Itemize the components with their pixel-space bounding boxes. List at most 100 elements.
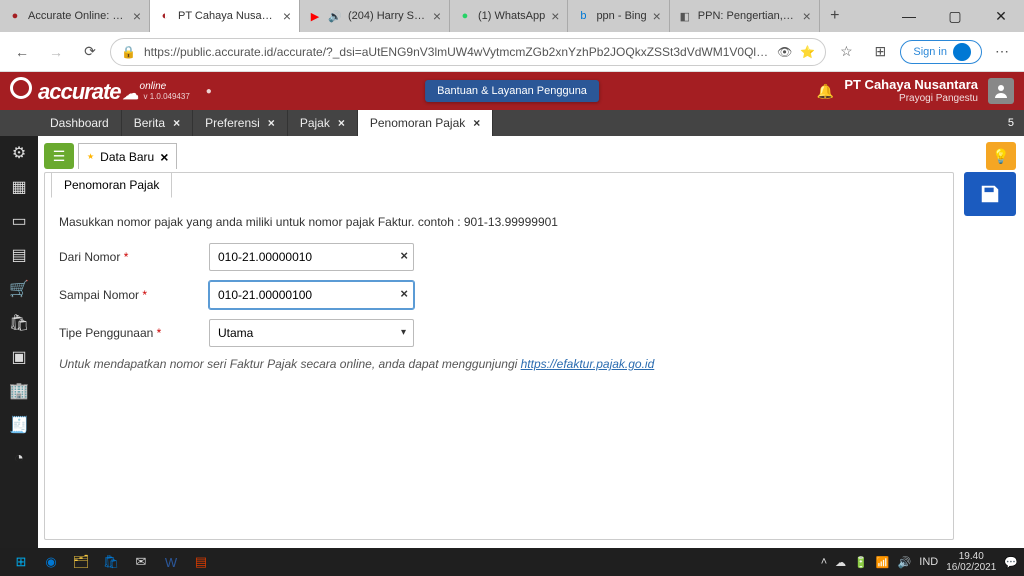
favicon-accurate: ◐ [158,9,172,23]
mail-icon[interactable]: ✉ [126,550,156,574]
favicon-youtube: ▶ [308,9,322,23]
cart-icon[interactable]: 🛒 [8,278,30,300]
favorites-button[interactable]: ☆ [832,38,860,66]
lock-icon: 🔒 [121,45,136,59]
list-view-button[interactable]: ☰ [44,143,74,169]
form-hint: Masukkan nomor pajak yang anda miliki un… [59,215,939,229]
language-indicator[interactable]: IND [919,556,938,568]
company-block: PT Cahaya Nusantara Prayogi Pangestu [844,78,978,103]
address-bar: ← → ⟳ 🔒 https://public.accurate.id/accur… [0,32,1024,72]
bag-icon[interactable]: 🛍 [8,312,30,334]
building-icon[interactable]: 🏢 [8,380,30,402]
url-input[interactable]: 🔒 https://public.accurate.id/accurate/?_… [110,38,826,66]
onedrive-icon[interactable]: ☁ [835,556,846,569]
minimize-button[interactable]: — [886,0,932,32]
browser-tab[interactable]: ◧ PPN: Pengertian, Tarif d × [670,0,820,32]
user-menu[interactable] [988,78,1014,104]
tray-chevron-icon[interactable]: ˄ [821,556,827,568]
star-icon: ★ [87,152,94,161]
chart-icon[interactable]: ◔ [8,448,30,470]
window-titlebar: ● Accurate Online: Penga × ◐ PT Cahaya N… [0,0,1024,32]
close-icon[interactable]: × [160,149,168,165]
help-banner[interactable]: Bantuan & Layanan Pengguna [425,80,599,102]
browser-tab[interactable]: ▶ 🔊 (204) Harry Styles × [300,0,450,32]
close-icon[interactable]: × [653,8,661,24]
workspace: ⚙ ▦ ▭ ▤ 🛒 🛍 ▣ 🏢 🧾 ◔ ☰ ★ Data Baru × 💡 Pe… [0,136,1024,548]
efaktur-link[interactable]: https://efaktur.pajak.go.id [521,357,655,371]
tab-label: Dashboard [50,116,109,130]
back-button[interactable]: ← [8,38,36,66]
app-icon[interactable]: ▤ [186,550,216,574]
tab-label: (204) Harry Styles [348,10,427,22]
notifications-icon[interactable]: 💬 [1004,556,1018,569]
form-note: Untuk mendapatkan nomor seri Faktur Paja… [59,357,939,371]
clear-icon[interactable]: × [400,286,408,301]
notification-icon[interactable]: 🔔 [817,83,834,100]
app-header: accurate ☁ online v 1.0.049437 ● Bantuan… [0,72,1024,110]
new-tab-button[interactable]: + [820,0,850,32]
app-logo[interactable]: accurate ☁ [10,77,138,105]
time-text: 19.40 [946,551,996,562]
url-text: https://public.accurate.id/accurate/?_ds… [144,45,769,59]
close-icon[interactable]: × [473,116,480,130]
store-icon[interactable]: 🛍 [96,550,126,574]
record-icon: ● [206,86,212,97]
start-button[interactable]: ⊞ [6,550,36,574]
tab-berita[interactable]: Berita × [122,110,193,136]
close-icon[interactable]: × [803,8,811,24]
tab-label: ppn - Bing [596,10,646,22]
clear-icon[interactable]: × [400,248,408,263]
tab-label: Penomoran Pajak [370,116,465,130]
maximize-button[interactable]: ▢ [932,0,978,32]
close-icon[interactable]: × [283,8,291,24]
close-icon[interactable]: × [133,8,141,24]
battery-icon[interactable]: 🔋 [854,556,868,569]
refresh-button[interactable]: ⟳ [76,38,104,66]
forward-button[interactable]: → [42,38,70,66]
save-button[interactable] [964,172,1016,216]
tab-pajak[interactable]: Pajak × [288,110,358,136]
from-number-input[interactable] [209,243,414,271]
favorite-icon[interactable]: ⭐ [800,45,815,59]
more-button[interactable]: ⋯ [988,38,1016,66]
usage-type-select[interactable]: Utama [209,319,414,347]
box-icon[interactable]: ▣ [8,346,30,368]
tab-label: (1) WhatsApp [478,10,545,22]
browser-tab[interactable]: ◐ PT Cahaya Nusantara (A × [150,0,300,32]
grid-icon[interactable]: ▦ [8,176,30,198]
explorer-icon[interactable]: 🗂 [66,550,96,574]
close-icon[interactable]: × [173,116,180,130]
word-icon[interactable]: W [156,550,186,574]
left-sidebar: ⚙ ▦ ▭ ▤ 🛒 🛍 ▣ 🏢 🧾 ◔ [0,136,38,548]
inner-tab[interactable]: Penomoran Pajak [51,172,172,198]
hint-button[interactable]: 💡 [986,142,1016,170]
browser-tab[interactable]: ● Accurate Online: Penga × [0,0,150,32]
close-icon[interactable]: × [338,116,345,130]
tab-penomoran-pajak[interactable]: Penomoran Pajak × [358,110,493,136]
subtab-data-baru[interactable]: ★ Data Baru × [78,143,177,169]
signin-button[interactable]: Sign in [900,40,982,64]
tax-icon[interactable]: 🧾 [8,414,30,436]
gear-icon[interactable]: ⚙ [8,142,30,164]
browser-tab[interactable]: b ppn - Bing × [568,0,669,32]
volume-icon[interactable]: 🔊 [898,556,912,569]
collections-button[interactable]: ⊞ [866,38,894,66]
to-number-input[interactable] [209,281,414,309]
close-window-button[interactable]: ✕ [978,0,1024,32]
close-icon[interactable]: × [433,8,441,24]
signin-label: Sign in [913,46,947,58]
close-icon[interactable]: × [268,116,275,130]
close-icon[interactable]: × [551,8,559,24]
subtab-row: ☰ ★ Data Baru × [44,142,1016,170]
reader-icon[interactable]: 👁 [777,45,792,59]
wallet-icon[interactable]: ▤ [8,244,30,266]
clock[interactable]: 19.40 16/02/2021 [946,551,996,573]
edge-icon[interactable]: ◉ [36,550,66,574]
browser-tab[interactable]: ● (1) WhatsApp × [450,0,568,32]
tab-label: Berita [134,116,165,130]
tab-dashboard[interactable]: Dashboard [38,110,122,136]
tab-preferensi[interactable]: Preferensi × [193,110,288,136]
brand-main: accurate [38,79,121,105]
book-icon[interactable]: ▭ [8,210,30,232]
wifi-icon[interactable]: 📶 [876,556,890,569]
